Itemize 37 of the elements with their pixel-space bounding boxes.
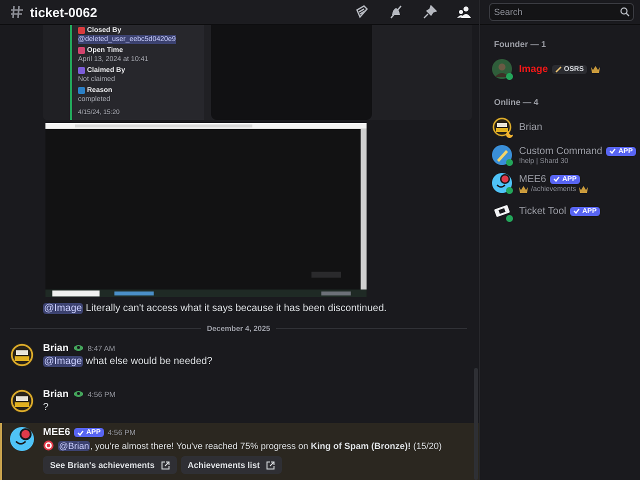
check-icon: [77, 430, 84, 436]
external-link-icon: [266, 460, 275, 470]
external-link-icon: [160, 460, 170, 470]
link-button[interactable]: See Brian's achievements: [43, 456, 177, 474]
member-name: Custom Command: [519, 146, 602, 156]
author-name[interactable]: Brian: [43, 389, 69, 400]
author-name[interactable]: MEE6: [43, 427, 70, 438]
avatar-icon: [10, 389, 34, 413]
check-icon: [609, 148, 616, 154]
channel-title: ticket-0062: [30, 4, 98, 20]
message-text: ?: [43, 402, 50, 413]
member-name: Brian: [519, 122, 542, 132]
member-item[interactable]: Brian: [480, 113, 640, 141]
avatar-icon: [10, 343, 34, 367]
author-name[interactable]: Brian: [43, 343, 69, 354]
avatar-icon: [10, 427, 34, 451]
threads-icon[interactable]: [355, 5, 369, 19]
search-field[interactable]: Search: [489, 3, 634, 21]
members-icon[interactable]: [457, 5, 471, 19]
message-text: @Image Literally can't access what it says because it has been discontinued.: [43, 302, 388, 316]
member-name: Ticket Tool: [519, 206, 566, 216]
check-icon: [553, 176, 560, 182]
target-icon: [43, 440, 54, 451]
check-icon: [573, 208, 580, 214]
mute-bell-icon[interactable]: [389, 5, 403, 19]
channel-hash-icon: [10, 5, 24, 19]
crown-icon: [579, 186, 588, 192]
link-button[interactable]: Achievements list: [180, 456, 282, 474]
search-icon: [620, 7, 630, 17]
member-name: MEE6: [519, 174, 546, 184]
message-text: @Brian, you're almost there! You've reached 75% progress on King of Spam (Bronze)! (15/20): [58, 440, 442, 450]
message-text: @Image what else would be needed?: [43, 356, 212, 367]
crown-icon: [519, 186, 528, 192]
pin-icon[interactable]: [423, 5, 437, 19]
member-name: Image: [519, 64, 548, 74]
member-group-title: Founder — 1: [494, 39, 547, 49]
member-group-title: Online — 4: [494, 97, 540, 107]
